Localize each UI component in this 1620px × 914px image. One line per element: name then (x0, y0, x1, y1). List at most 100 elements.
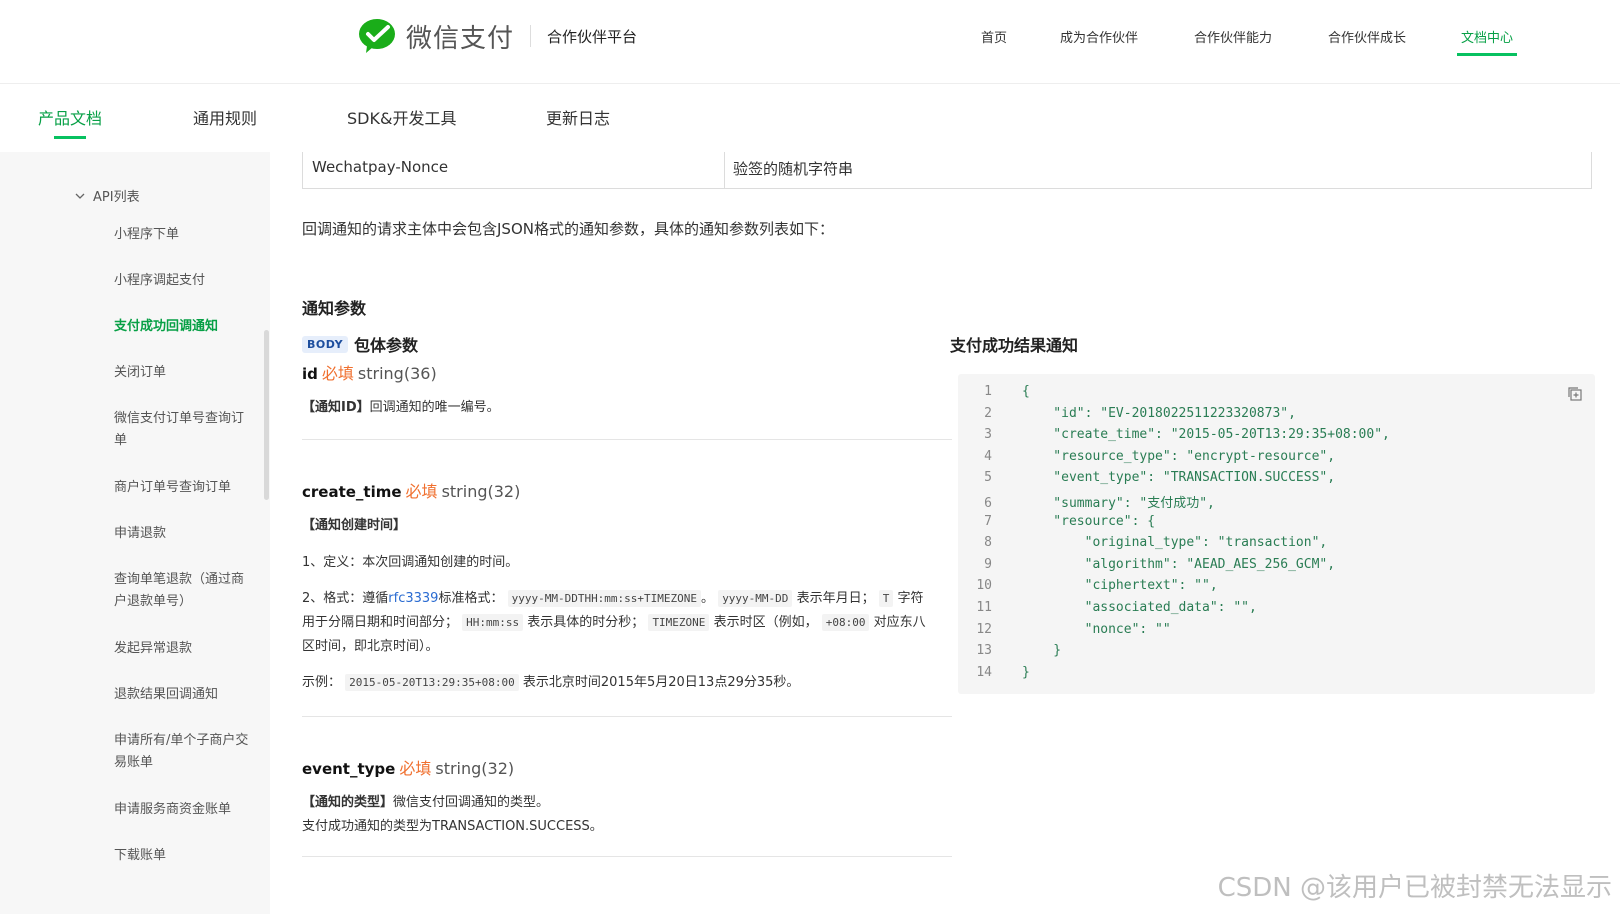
code-text: "summary": "支付成功", (1022, 496, 1215, 511)
code-sample-block[interactable]: 1 {2 "id": "EV-2018022511223320873", 3 "cr… (958, 374, 1595, 694)
param-divider (302, 716, 952, 717)
code-line: 3 "create_time": "2015-05-20T13:29:35+08… (958, 427, 1390, 449)
code-line: 14} (958, 664, 1030, 687)
sidebar-item-query-by-out-trade-no[interactable]: 商户订单号查询订单 (114, 477, 254, 499)
line-number: 2 (984, 405, 992, 421)
sidebar-item-download-bill[interactable]: 下载账单 (114, 845, 254, 867)
param-create-time: create_time 必填 string(32) 【通知创建时间】 1、定义：本次… (302, 478, 952, 695)
line-number: 7 (984, 513, 992, 529)
code-line: 6 "summary": "支付成功", (958, 492, 1215, 514)
sidebar-item-miniprogram-order[interactable]: 小程序下单 (114, 224, 254, 246)
top-nav-partner-ability[interactable]: 合作伙伴能力 (1194, 28, 1272, 56)
code-line: 8 "original_type": "transaction", (958, 535, 1327, 557)
code-line: 12 "nonce": "" (958, 621, 1171, 644)
param-name: event_type (302, 760, 396, 778)
top-nav-docs[interactable]: 文档中心 (1456, 28, 1518, 56)
tab-product-docs[interactable]: 产品文档 (38, 105, 102, 139)
desc-text: 表示时区（例如， (713, 615, 818, 630)
watermark: CSDN @该用户已被封禁无法显示 (1217, 873, 1612, 903)
code-text: { (1022, 384, 1030, 399)
param-desc-2: 支付成功通知的类型为TRANSACTION.SUCCESS。 (302, 819, 603, 834)
sidebar-item-pay-success-notify[interactable]: 支付成功回调通知 (114, 316, 254, 338)
desc-text: 表示年月日； (796, 591, 875, 606)
param-desc-label: 【通知ID】 (302, 400, 370, 415)
param-id-header: id 必填 string(36) (302, 360, 952, 384)
inline-code: +08:00 (821, 614, 870, 631)
tab-general-rules[interactable]: 通用规则 (193, 105, 257, 139)
code-text: "id": "EV-2018022511223320873", (1022, 405, 1296, 421)
body-params-title: BODY 包体参数 (302, 332, 418, 356)
sidebar-scrollbar[interactable] (264, 330, 269, 500)
code-text: "original_type": "transaction", (1022, 535, 1328, 551)
param-desc-example: 示例： 2015-05-20T13:29:35+08:00 表示北京时间2015… (302, 671, 952, 695)
param-desc-label: 【通知的类型】 (302, 795, 394, 810)
param-create-time-header: create_time 必填 string(32) (302, 478, 952, 502)
code-line: 4 "resource_type": "encrypt-resource", (958, 449, 1335, 471)
inline-code: yyyy-MM-DDTHH:mm:ss+TIMEZONE (507, 590, 702, 607)
header-params-table-row: Wechatpay-Nonce 验签的随机字符串 (302, 152, 1592, 189)
line-number: 13 (976, 643, 992, 659)
code-line: 7 "resource": { (958, 514, 1155, 536)
sidebar-item-query-by-transaction-id[interactable]: 微信支付订单号查询订单 (114, 408, 254, 452)
sidebar-group-label: API列表 (93, 190, 140, 205)
code-text: "resource": { (1022, 513, 1156, 529)
code-text: "ciphertext": "", (1022, 578, 1218, 594)
code-text: } (1022, 664, 1030, 680)
top-header: 微信支付 合作伙伴平台 首页 成为合作伙伴 合作伙伴能力 合作伙伴成长 文档中心 (0, 0, 1620, 84)
code-text: "nonce": "" (1022, 621, 1171, 637)
sidebar-item-query-refund[interactable]: 查询单笔退款（通过商户退款单号） (114, 569, 254, 613)
line-number: 8 (984, 535, 992, 551)
line-number: 1 (984, 384, 992, 399)
line-number: 10 (976, 578, 992, 594)
param-desc-format: 2、格式：遵循rfc3339标准格式： yyyy-MM-DDTHH:mm:ss+… (302, 587, 927, 659)
line-number: 3 (984, 427, 992, 443)
param-desc-label: 【通知创建时间】 (302, 518, 407, 533)
example-title: 支付成功结果通知 (950, 336, 1079, 355)
code-text: "create_time": "2015-05-20T13:29:35+08:0… (1022, 427, 1390, 443)
param-required: 必填 (321, 364, 354, 383)
sidebar-item-abnormal-refund[interactable]: 发起异常退款 (114, 638, 254, 660)
line-number: 4 (984, 448, 992, 464)
table-cell-desc: 验签的随机字符串 (733, 160, 854, 178)
param-desc: 【通知ID】回调通知的唯一编号。 (302, 396, 952, 420)
top-nav-partner-growth[interactable]: 合作伙伴成长 (1328, 28, 1406, 56)
top-nav-home[interactable]: 首页 (981, 28, 1007, 56)
line-number: 9 (984, 556, 992, 572)
sidebar-item-miniprogram-pay[interactable]: 小程序调起支付 (114, 270, 254, 292)
body-badge: BODY (302, 335, 349, 353)
copy-icon[interactable] (1567, 386, 1583, 402)
line-number: 14 (976, 664, 992, 680)
sidebar-item-close-order[interactable]: 关闭订单 (114, 362, 254, 384)
sidebar-item-refund[interactable]: 申请退款 (114, 523, 254, 545)
param-desc-text: 微信支付回调通知的类型。 (393, 795, 550, 810)
param-event-type: event_type 必填 string(32) 【通知的类型】微信支付回调通知的类… (302, 755, 952, 839)
desc-text: 示例： (302, 675, 342, 690)
sidebar-item-fund-bill[interactable]: 申请服务商资金账单 (114, 799, 254, 821)
table-cell-name: Wechatpay-Nonce (303, 152, 725, 188)
tab-sdk-tools[interactable]: SDK&开发工具 (347, 105, 456, 139)
line-number: 12 (976, 621, 992, 637)
code-line: 9 "algorithm": "AEAD_AES_256_GCM", (958, 557, 1335, 579)
desc-text: 标准格式： (438, 591, 504, 606)
param-desc-def: 1、定义：本次回调通知创建的时间。 (302, 555, 519, 570)
sidebar-item-refund-notify[interactable]: 退款结果回调通知 (114, 684, 254, 706)
line-number: 11 (976, 600, 992, 615)
param-desc: 【通知的类型】微信支付回调通知的类型。 (302, 791, 952, 815)
sidebar-group-api-list[interactable]: API列表 (75, 186, 140, 205)
param-id: id 必填 string(36) 【通知ID】回调通知的唯一编号。 (302, 360, 952, 420)
tab-changelog[interactable]: 更新日志 (546, 105, 610, 139)
inline-code: 2015-05-20T13:29:35+08:00 (345, 674, 519, 691)
code-text: "event_type": "TRANSACTION.SUCCESS", (1022, 470, 1336, 486)
sidebar-item-trade-bill[interactable]: 申请所有/单个子商户交易账单 (114, 730, 254, 774)
param-name: create_time (302, 483, 402, 501)
body-title-text: 包体参数 (354, 336, 419, 355)
param-event-type-header: event_type 必填 string(32) (302, 755, 952, 779)
param-divider (302, 439, 952, 440)
code-text: "associated_data": "", (1022, 600, 1257, 615)
top-nav-become-partner[interactable]: 成为合作伙伴 (1060, 28, 1138, 56)
code-line: 13 } (958, 643, 1061, 665)
desc-text: 表示北京时间2015年5月20日13点29分35秒。 (522, 675, 800, 690)
inline-code: yyyy-MM-DD (718, 590, 793, 607)
rfc3339-link[interactable]: rfc3339 (388, 591, 438, 606)
code-line: 10 "ciphertext": "", (958, 578, 1218, 600)
